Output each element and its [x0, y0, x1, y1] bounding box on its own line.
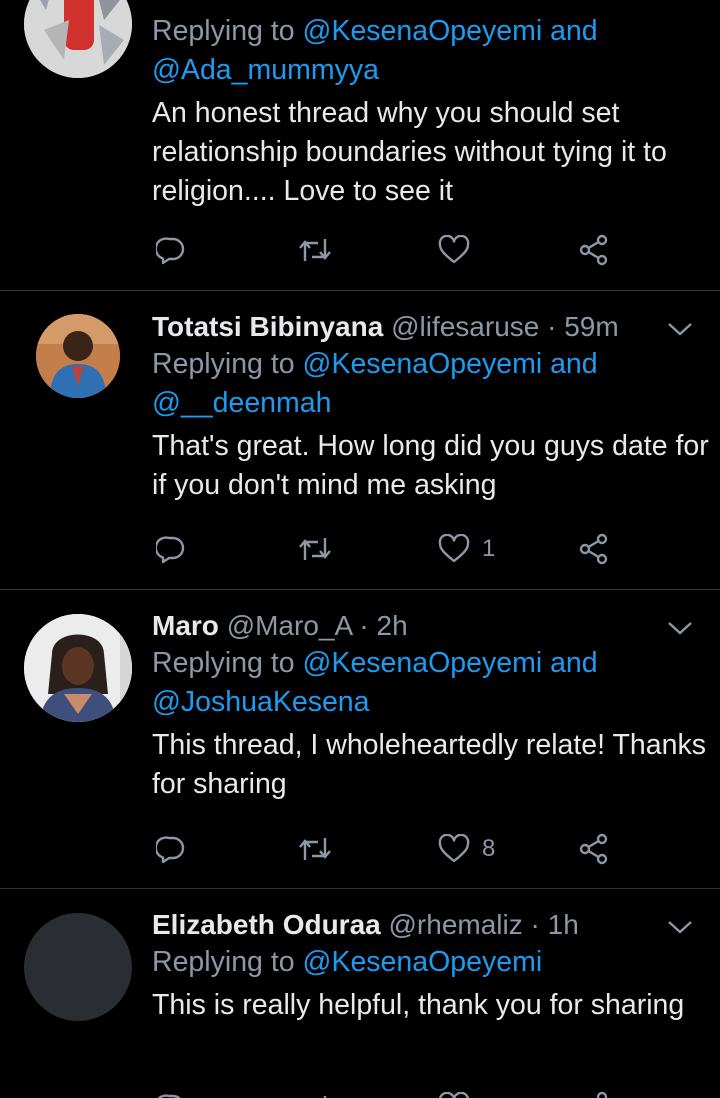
handle[interactable]: @rhemaliz	[389, 909, 523, 940]
retweet-button[interactable]	[298, 1087, 332, 1098]
replying-prefix: Replying to	[152, 348, 295, 380]
timestamp[interactable]: · 59m	[547, 311, 619, 342]
mention-link[interactable]: @KesenaOpeyemi	[303, 647, 543, 679]
retweet-icon	[299, 239, 331, 261]
share-button[interactable]	[578, 1087, 610, 1098]
replying-to: Replying to @KesenaOpeyemi and @__deenma…	[152, 345, 720, 423]
share-icon	[596, 1091, 608, 1098]
tweet-text: That's great. How long did you guys date…	[152, 430, 709, 501]
share-button[interactable]	[578, 230, 610, 270]
reply-icon	[156, 536, 185, 564]
mention-link[interactable]: @JoshuaKesena	[152, 686, 370, 718]
like-count: 8	[482, 835, 496, 862]
display-name[interactable]: Elizabeth Oduraa	[152, 909, 381, 940]
mention-link[interactable]: @KesenaOpeyemi	[303, 946, 543, 978]
tweet-text: This is really helpful, thank you for sh…	[152, 989, 685, 1021]
tweet-header: Maro @Maro_A · 2h	[152, 608, 720, 644]
handle[interactable]: @Maro_A	[227, 610, 352, 641]
share-icon	[579, 234, 608, 266]
like-button[interactable]	[438, 1087, 470, 1098]
mention-link[interactable]: @KesenaOpeyemi	[303, 348, 543, 380]
like-icon	[438, 534, 470, 563]
tweet-header: Totatsi Bibinyana @lifesaruse · 59m	[152, 309, 720, 345]
mention-link[interactable]: @__deenmah	[152, 387, 331, 419]
tweet-header: Elizabeth Oduraa @rhemaliz · 1h	[152, 907, 720, 943]
like-icon	[438, 834, 470, 863]
display-name[interactable]: Maro	[152, 610, 219, 641]
tweet[interactable]: Elizabeth Oduraa @rhemaliz · 1h Replying…	[0, 889, 720, 1098]
mention-and[interactable]: and	[550, 348, 598, 380]
retweet-icon	[299, 538, 331, 560]
like-button[interactable]: 8	[438, 829, 495, 869]
avatar[interactable]	[24, 0, 132, 78]
handle[interactable]: @lifesaruse	[391, 311, 539, 342]
reply-icon	[156, 836, 185, 864]
mention-and[interactable]: and	[550, 647, 598, 679]
reply-icon	[157, 1094, 181, 1098]
replying-to: Replying to @KesenaOpeyemi and @Ada_mumm…	[152, 12, 720, 90]
timestamp[interactable]: · 1h	[531, 909, 579, 940]
share-icon	[579, 833, 608, 865]
share-icon	[579, 533, 608, 565]
tweet-actions: 8	[152, 829, 622, 869]
mention-link[interactable]: @Ada_mummyya	[152, 54, 379, 86]
chevron-down-icon[interactable]	[666, 319, 694, 339]
mention-and[interactable]: and	[550, 15, 598, 47]
replying-to: Replying to @KesenaOpeyemi and @JoshuaKe…	[152, 644, 720, 722]
avatar-image	[24, 0, 132, 78]
reply-button[interactable]	[156, 1087, 186, 1098]
avatar[interactable]	[24, 614, 132, 722]
share-button[interactable]	[578, 829, 610, 869]
like-icon	[438, 1092, 470, 1098]
reply-button[interactable]	[156, 829, 186, 869]
tweet-text: This thread, I wholeheartedly relate! Th…	[152, 729, 706, 800]
tweet[interactable]: Maro @Maro_A · 2h Replying to @KesenaOpe…	[0, 590, 720, 888]
tweet-actions	[152, 230, 622, 270]
avatar-image	[36, 314, 120, 398]
retweet-icon	[323, 1096, 327, 1098]
share-button[interactable]	[578, 529, 610, 569]
avatar[interactable]	[36, 314, 120, 398]
tweet-text: An honest thread why you should set rela…	[152, 97, 667, 207]
like-icon	[438, 235, 470, 264]
replying-prefix: Replying to	[152, 15, 295, 47]
avatar-image	[24, 614, 132, 722]
replying-to: Replying to @KesenaOpeyemi	[152, 943, 720, 982]
replying-prefix: Replying to	[152, 946, 295, 978]
like-button[interactable]: 1	[438, 529, 495, 569]
retweet-icon	[299, 838, 331, 860]
mention-link[interactable]: @KesenaOpeyemi	[303, 15, 543, 47]
tweet-actions	[152, 1087, 622, 1098]
timestamp[interactable]: · 2h	[359, 610, 407, 641]
retweet-button[interactable]	[298, 829, 332, 869]
chevron-down-icon[interactable]	[666, 618, 694, 638]
replying-prefix: Replying to	[152, 647, 295, 679]
like-button[interactable]	[438, 230, 482, 270]
avatar[interactable]	[24, 913, 132, 1021]
retweet-button[interactable]	[298, 230, 332, 270]
tweet-actions: 1	[152, 529, 622, 569]
chevron-down-icon[interactable]	[666, 917, 694, 937]
tweet[interactable]: Replying to @KesenaOpeyemi and @Ada_mumm…	[0, 0, 720, 290]
retweet-button[interactable]	[298, 529, 332, 569]
reply-button[interactable]	[156, 529, 186, 569]
reply-button[interactable]	[156, 230, 186, 270]
tweet[interactable]: Totatsi Bibinyana @lifesaruse · 59m Repl…	[0, 291, 720, 589]
like-count: 1	[482, 535, 496, 562]
display-name[interactable]: Totatsi Bibinyana	[152, 311, 383, 342]
reply-icon	[156, 237, 185, 265]
